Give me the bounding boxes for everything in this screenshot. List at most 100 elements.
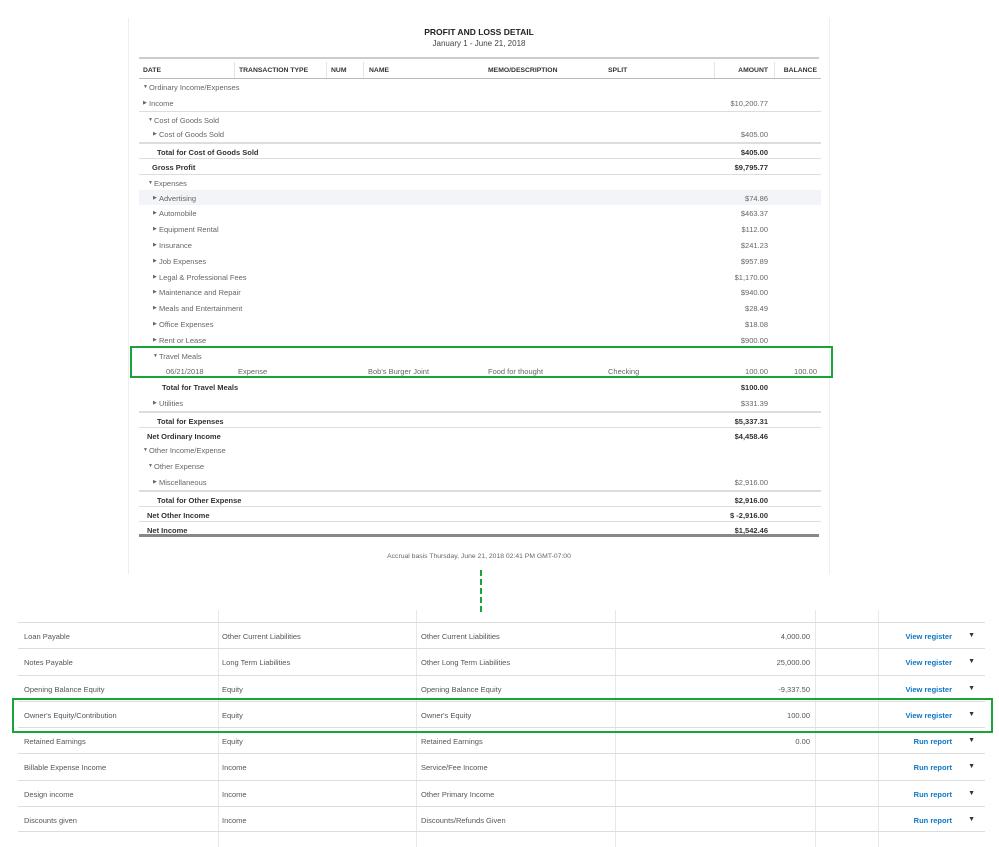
row-amount: $331.39 (740, 398, 768, 408)
row-label: Gross Profit (152, 162, 196, 172)
report-row[interactable]: Net Ordinary Income $4,458.46 (139, 426, 821, 443)
account-row[interactable]: Design income Income Other Primary Incom… (18, 779, 985, 806)
report-row[interactable]: ▶ Insurance $241.23 (139, 237, 821, 253)
row-amount: $900.00 (740, 335, 768, 345)
report-row[interactable]: ▼ Other Income/Expense (139, 442, 821, 458)
profit-and-loss-report: PROFIT AND LOSS DETAIL January 1 - June … (128, 18, 830, 574)
row-amount: $74.86 (745, 193, 768, 203)
row-label: Legal & Professional Fees (159, 272, 247, 282)
report-row[interactable]: ▼ Other Expense (139, 458, 821, 474)
report-row[interactable]: ▼ Expenses (139, 173, 821, 190)
report-row[interactable]: ▶ Maintenance and Repair $940.00 (139, 284, 821, 300)
dropdown-caret-icon[interactable]: ▼ (968, 632, 975, 639)
col-name[interactable]: NAME (369, 67, 389, 74)
caret-right-icon[interactable]: ▶ (153, 321, 157, 327)
caret-down-icon[interactable]: ▼ (148, 180, 153, 186)
report-row[interactable]: ▶ Equipment Rental $112.00 (139, 221, 821, 237)
caret-down-icon[interactable]: ▼ (148, 463, 153, 469)
caret-right-icon[interactable]: ▶ (153, 210, 157, 216)
row-amount: $18.08 (745, 319, 768, 329)
caret-down-icon[interactable]: ▼ (148, 117, 153, 123)
row-amount: $2,916.00 (734, 495, 768, 505)
report-row[interactable]: ▶ Job Expenses $957.89 (139, 253, 821, 269)
row-label: Rent or Lease (159, 335, 207, 345)
account-row[interactable]: Billable Expense Income Income Service/F… (18, 753, 985, 779)
account-name: Retained Earnings (24, 737, 86, 747)
caret-down-icon[interactable]: ▼ (143, 447, 148, 453)
report-row[interactable]: ▶ Automobile $463.37 (139, 205, 821, 221)
report-row[interactable]: ▼ Ordinary Income/Expenses (139, 79, 821, 95)
report-row[interactable]: ▶ Office Expenses $18.08 (139, 316, 821, 332)
dropdown-caret-icon[interactable]: ▼ (968, 685, 975, 692)
account-action-link[interactable]: Run report (914, 790, 952, 799)
account-action-link[interactable]: Run report (914, 737, 952, 746)
report-row[interactable]: ▶ Cost of Goods Sold $405.00 (139, 126, 821, 142)
account-action-link[interactable]: Run report (914, 763, 952, 772)
caret-right-icon[interactable]: ▶ (153, 289, 157, 295)
report-row[interactable]: ▶ Utilities $331.39 (139, 395, 821, 411)
row-amount: $957.89 (740, 256, 768, 266)
report-row[interactable]: Net Other Income $ -2,916.00 (139, 505, 821, 522)
report-row[interactable]: ▶ Meals and Entertainment $28.49 (139, 300, 821, 316)
report-row[interactable]: ▶ Advertising $74.86 (139, 189, 821, 206)
row-label: Total for Expenses (157, 416, 224, 426)
row-amount: $10,200.77 (730, 98, 768, 108)
caret-right-icon[interactable]: ▶ (153, 274, 157, 280)
report-row[interactable]: ▶ Income $10,200.77 (139, 95, 821, 111)
account-action-link[interactable]: View register (905, 685, 952, 694)
report-row[interactable]: Total for Travel Meals $100.00 (139, 379, 821, 395)
col-memo[interactable]: MEMO/DESCRIPTION (488, 67, 557, 74)
dropdown-caret-icon[interactable]: ▼ (968, 658, 975, 665)
caret-right-icon[interactable]: ▶ (153, 226, 157, 232)
caret-right-icon[interactable]: ▶ (153, 305, 157, 311)
account-action-link[interactable]: View register (905, 632, 952, 641)
caret-right-icon[interactable]: ▶ (143, 100, 147, 106)
row-label: Other Expense (154, 462, 205, 472)
caret-right-icon[interactable]: ▶ (153, 258, 157, 264)
dropdown-caret-icon[interactable]: ▼ (968, 737, 975, 744)
account-name: Design income (24, 789, 74, 799)
account-detail-type: Other Current Liabilities (421, 632, 500, 641)
report-row[interactable]: Total for Other Expense $2,916.00 (139, 489, 821, 506)
account-name: Notes Payable (24, 658, 73, 668)
account-action-link[interactable]: Run report (914, 816, 952, 825)
dropdown-caret-icon[interactable]: ▼ (968, 816, 975, 823)
report-row[interactable]: ▶ Legal & Professional Fees $1,170.00 (139, 269, 821, 285)
caret-right-icon[interactable]: ▶ (153, 400, 157, 406)
report-row[interactable]: ▼ Cost of Goods Sold (139, 110, 821, 127)
highlight-box (130, 346, 833, 378)
caret-down-icon[interactable]: ▼ (143, 84, 148, 90)
row-amount: $1,170.00 (734, 272, 768, 282)
col-date[interactable]: DATE (143, 67, 161, 74)
report-row[interactable]: ▶ Miscellaneous $2,916.00 (139, 474, 821, 490)
col-num[interactable]: NUM (331, 67, 346, 74)
row-amount: $ -2,916.00 (730, 510, 768, 520)
col-balance[interactable]: BALANCE (784, 67, 817, 74)
caret-right-icon[interactable]: ▶ (153, 242, 157, 248)
col-split[interactable]: SPLIT (608, 67, 627, 74)
account-name: Discounts given (24, 816, 77, 826)
connector-line (480, 570, 482, 612)
caret-right-icon[interactable]: ▶ (153, 337, 157, 343)
account-row[interactable]: Loan Payable Other Current Liabilities O… (18, 622, 985, 648)
caret-right-icon[interactable]: ▶ (153, 195, 157, 201)
account-detail-type: Other Primary Income (421, 789, 495, 799)
account-row[interactable]: Discounts given Income Discounts/Refunds… (18, 806, 985, 833)
caret-right-icon[interactable]: ▶ (153, 131, 157, 137)
account-detail-type: Opening Balance Equity (421, 684, 502, 694)
report-row[interactable]: Gross Profit $9,795.77 (139, 157, 821, 174)
col-amount[interactable]: AMOUNT (738, 67, 768, 74)
account-detail-type: Service/Fee Income (421, 763, 488, 773)
dropdown-caret-icon[interactable]: ▼ (968, 790, 975, 797)
account-detail-type: Retained Earnings (421, 737, 483, 747)
account-row[interactable]: Notes Payable Long Term Liabilities Othe… (18, 648, 985, 674)
report-row[interactable]: Total for Cost of Goods Sold $405.00 (139, 142, 821, 158)
col-transaction-type[interactable]: TRANSACTION TYPE (239, 67, 308, 74)
account-type: Other Current Liabilities (222, 632, 301, 641)
caret-right-icon[interactable]: ▶ (153, 479, 157, 485)
report-row[interactable]: Total for Expenses $5,337.31 (139, 410, 821, 427)
account-row[interactable]: Opening Balance Equity Equity Opening Ba… (18, 674, 985, 701)
account-action-link[interactable]: View register (905, 658, 952, 667)
divider (139, 57, 819, 59)
dropdown-caret-icon[interactable]: ▼ (968, 763, 975, 770)
